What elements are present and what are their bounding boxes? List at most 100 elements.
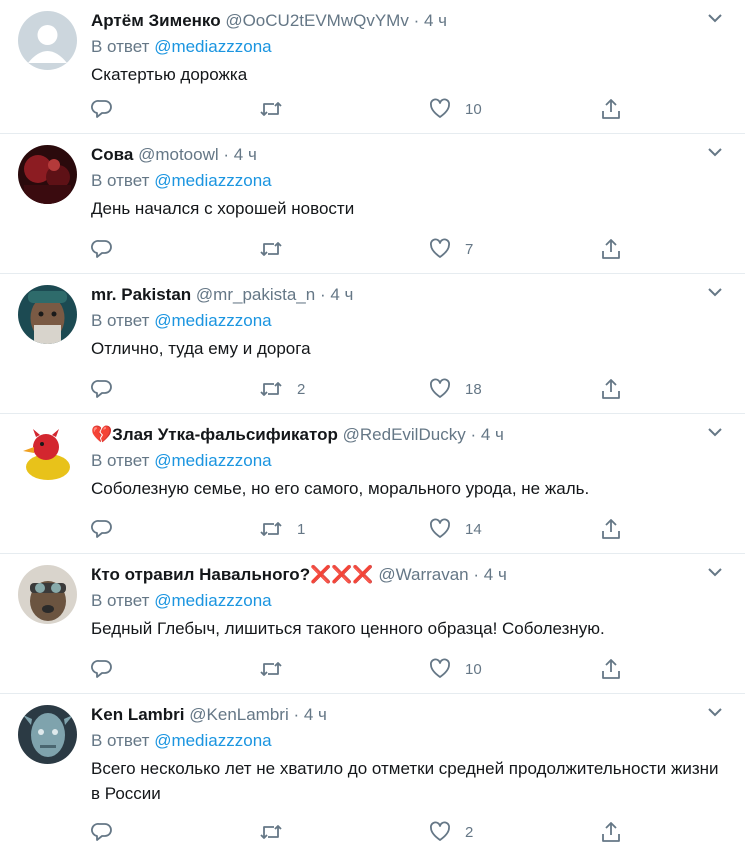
timestamp[interactable]: 4 ч bbox=[424, 11, 447, 30]
author-handle[interactable]: @Warravan bbox=[378, 565, 468, 584]
share-button[interactable] bbox=[600, 377, 622, 401]
avatar[interactable] bbox=[18, 705, 77, 764]
reply-mention-link[interactable]: @mediazzzona bbox=[154, 451, 271, 470]
author-name[interactable]: Артём Зименко bbox=[91, 11, 221, 30]
tweet-text: Всего несколько лет не хватило до отметк… bbox=[91, 759, 719, 803]
author-name[interactable]: Сова bbox=[91, 145, 133, 164]
like-button[interactable]: 14 bbox=[429, 517, 482, 541]
tweet-text: День начался с хорошей новости bbox=[91, 199, 355, 218]
retweet-button[interactable] bbox=[259, 657, 297, 681]
reply-mention-link[interactable]: @mediazzzona bbox=[154, 171, 271, 190]
heart-icon bbox=[430, 658, 450, 678]
reply-button[interactable] bbox=[91, 820, 113, 844]
tweet-header: Ken Lambri @KenLambri · 4 ч bbox=[91, 704, 327, 726]
reply-button[interactable] bbox=[91, 657, 113, 681]
like-button[interactable]: 10 bbox=[429, 97, 482, 121]
chevron-down-icon[interactable] bbox=[707, 706, 723, 718]
action-bar: 7 bbox=[91, 237, 731, 261]
author-name[interactable]: Ken Lambri bbox=[91, 705, 185, 724]
like-button[interactable]: 2 bbox=[429, 820, 473, 844]
reply-button[interactable] bbox=[91, 517, 113, 541]
avatar[interactable] bbox=[18, 285, 77, 344]
share-icon bbox=[602, 822, 620, 842]
heart-icon bbox=[430, 238, 450, 258]
reply-mention-link[interactable]: @mediazzzona bbox=[154, 591, 271, 610]
retweet-button[interactable] bbox=[259, 820, 297, 844]
tweet[interactable]: Ken Lambri @KenLambri · 4 ч В ответ @med… bbox=[0, 694, 745, 852]
tweet[interactable]: Сова @motoowl · 4 ч В ответ @mediazzzona… bbox=[0, 134, 745, 274]
timestamp[interactable]: 4 ч bbox=[484, 565, 507, 584]
like-button[interactable]: 10 bbox=[429, 657, 482, 681]
reply-button[interactable] bbox=[91, 237, 113, 261]
share-button[interactable] bbox=[600, 517, 622, 541]
share-button[interactable] bbox=[600, 820, 622, 844]
reply-context: В ответ @mediazzzona bbox=[91, 36, 272, 58]
avatar[interactable] bbox=[18, 145, 77, 204]
share-button[interactable] bbox=[600, 97, 622, 121]
share-button[interactable] bbox=[600, 657, 622, 681]
share-icon bbox=[602, 379, 620, 399]
action-bar: 1 14 bbox=[91, 517, 731, 541]
heart-icon bbox=[430, 518, 450, 538]
reply-icon bbox=[91, 100, 112, 118]
like-count: 2 bbox=[465, 823, 474, 841]
tweet-header: mr. Pakistan @mr_pakista_n · 4 ч bbox=[91, 284, 353, 306]
tweet[interactable]: Кто отравил Навального?❌❌❌ @Warravan · 4… bbox=[0, 554, 745, 694]
timestamp[interactable]: 4 ч bbox=[330, 285, 353, 304]
reply-mention-link[interactable]: @mediazzzona bbox=[154, 37, 271, 56]
chevron-down-icon[interactable] bbox=[707, 146, 723, 158]
avatar-default[interactable] bbox=[18, 11, 77, 70]
share-icon bbox=[602, 239, 620, 259]
avatar[interactable] bbox=[18, 425, 77, 484]
reply-button[interactable] bbox=[91, 377, 113, 401]
author-handle[interactable]: @KenLambri bbox=[189, 705, 288, 724]
author-name[interactable]: Кто отравил Навального? bbox=[91, 565, 310, 584]
like-count: 14 bbox=[465, 520, 482, 538]
reply-icon bbox=[91, 520, 112, 538]
author-handle[interactable]: @motoowl bbox=[138, 145, 219, 164]
reply-icon bbox=[91, 823, 112, 841]
reply-context: В ответ @mediazzzona bbox=[91, 450, 272, 472]
action-bar: 10 bbox=[91, 657, 731, 681]
timestamp[interactable]: 4 ч bbox=[234, 145, 257, 164]
reply-context: В ответ @mediazzzona bbox=[91, 170, 272, 192]
timestamp[interactable]: 4 ч bbox=[481, 425, 504, 444]
retweet-button[interactable] bbox=[259, 97, 297, 121]
retweet-button[interactable]: 2 bbox=[259, 377, 305, 401]
tweet[interactable]: mr. Pakistan @mr_pakista_n · 4 ч В ответ… bbox=[0, 274, 745, 414]
author-name[interactable]: Злая Утка-фальсификатор bbox=[112, 425, 338, 444]
reply-mention-link[interactable]: @mediazzzona bbox=[154, 311, 271, 330]
author-handle[interactable]: @RedEvilDucky bbox=[343, 425, 466, 444]
retweet-count: 1 bbox=[297, 520, 306, 538]
reply-prefix: В ответ bbox=[91, 451, 150, 470]
reply-icon bbox=[91, 660, 112, 678]
like-button[interactable]: 18 bbox=[429, 377, 482, 401]
heart-icon bbox=[430, 98, 450, 118]
author-name[interactable]: mr. Pakistan bbox=[91, 285, 191, 304]
reply-prefix: В ответ bbox=[91, 731, 150, 750]
retweet-button[interactable]: 1 bbox=[259, 517, 305, 541]
chevron-down-icon[interactable] bbox=[707, 286, 723, 298]
reply-mention-link[interactable]: @mediazzzona bbox=[154, 731, 271, 750]
share-button[interactable] bbox=[600, 237, 622, 261]
chevron-down-icon[interactable] bbox=[707, 426, 723, 438]
author-handle[interactable]: @mr_pakista_n bbox=[196, 285, 315, 304]
tweet-text: Бедный Глебыч, лишиться такого ценного о… bbox=[91, 619, 605, 638]
avatar[interactable] bbox=[18, 565, 77, 624]
tweet-header: Кто отравил Навального?❌❌❌ @Warravan · 4… bbox=[91, 564, 507, 586]
timestamp[interactable]: 4 ч bbox=[304, 705, 327, 724]
like-button[interactable]: 7 bbox=[429, 237, 473, 261]
heart-icon bbox=[430, 378, 450, 398]
chevron-down-icon[interactable] bbox=[707, 566, 723, 578]
chevron-down-icon[interactable] bbox=[707, 12, 723, 24]
share-icon bbox=[602, 659, 620, 679]
tweet[interactable]: Артём Зименко @OoCU2tEVMwQvYMv · 4 ч В о… bbox=[0, 0, 745, 134]
separator: · bbox=[473, 565, 480, 584]
retweet-button[interactable] bbox=[259, 237, 297, 261]
like-count: 10 bbox=[465, 100, 482, 118]
like-count: 10 bbox=[465, 660, 482, 678]
reply-button[interactable] bbox=[91, 97, 113, 121]
author-handle[interactable]: @OoCU2tEVMwQvYMv bbox=[225, 11, 409, 30]
reply-context: В ответ @mediazzzona bbox=[91, 590, 272, 612]
tweet[interactable]: 💔Злая Утка-фальсификатор @RedEvilDucky ·… bbox=[0, 414, 745, 554]
